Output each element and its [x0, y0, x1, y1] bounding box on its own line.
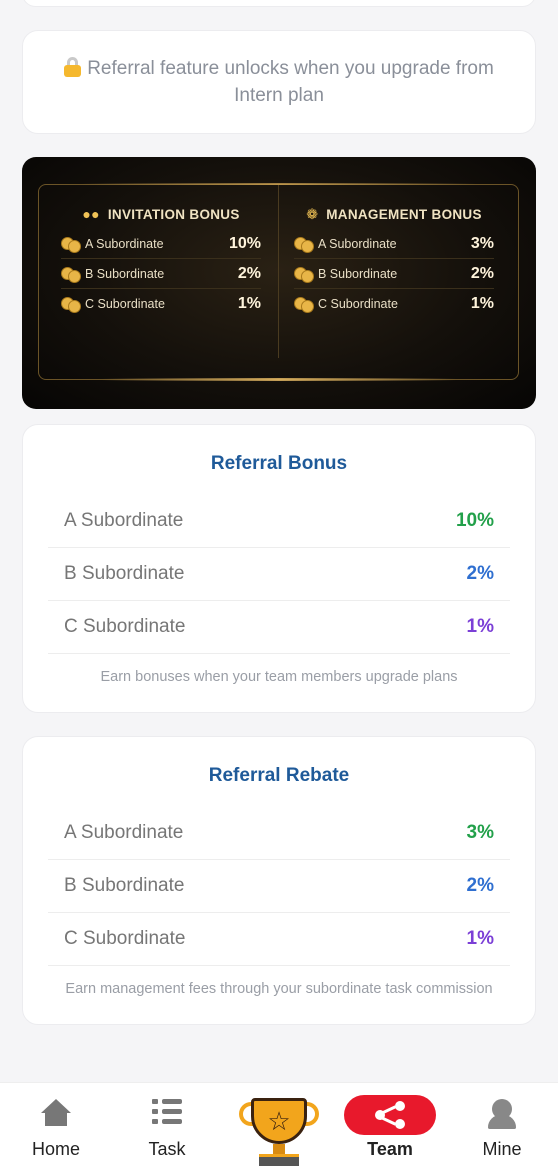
banner-row-value: 2% — [237, 264, 261, 282]
people-icon: ●● — [82, 206, 100, 222]
banner-glow-bottom — [102, 378, 456, 381]
subordinate-label: B Subordinate — [64, 875, 185, 896]
banner-row-value: 10% — [228, 234, 261, 252]
user-icon — [488, 1099, 516, 1129]
list-icon — [152, 1099, 182, 1125]
subordinate-label: B Subordinate — [64, 563, 185, 584]
coins-icon — [61, 266, 81, 283]
banner-row-value: 2% — [470, 264, 494, 282]
coins-icon — [294, 236, 314, 253]
banner-row-label: A Subordinate — [85, 236, 164, 251]
referral-bonus-note: Earn bonuses when your team members upgr… — [100, 669, 458, 685]
banner-divider — [278, 185, 279, 358]
subordinate-label: C Subordinate — [64, 616, 186, 637]
banner-row-value: 1% — [237, 295, 261, 312]
subordinate-value: 2% — [466, 563, 494, 584]
subordinate-label: A Subordinate — [64, 822, 184, 843]
subordinate-label: A Subordinate — [64, 510, 184, 531]
nav-team-label: Team — [367, 1139, 413, 1159]
management-bonus-title: MANAGEMENT BONUS — [326, 206, 482, 222]
banner-row: C Subordinate 1% — [61, 289, 261, 319]
invitation-bonus-column: ●● INVITATION BONUS A Subordinate 10% B … — [61, 203, 261, 319]
banner-row-label: B Subordinate — [318, 266, 398, 281]
referral-rebate-note: Earn management fees through your subord… — [65, 981, 493, 997]
notice-text-wrap: Referral feature unlocks when you upgrad… — [63, 55, 495, 109]
list-item: A Subordinate 3% — [48, 807, 510, 860]
subordinate-value: 2% — [466, 875, 494, 896]
referral-bonus-card: Referral Bonus A Subordinate 10% B Subor… — [22, 424, 536, 713]
invitation-bonus-title: INVITATION BONUS — [107, 206, 240, 222]
banner-row-value: 3% — [470, 234, 494, 252]
banner-row-label: C Subordinate — [318, 297, 398, 311]
bonus-banner: ●● INVITATION BONUS A Subordinate 10% B … — [22, 157, 536, 409]
coins-icon — [294, 297, 314, 313]
referral-rebate-card: Referral Rebate A Subordinate 3% B Subor… — [22, 736, 536, 1025]
nav-home-label: Home — [31, 1139, 80, 1159]
home-icon — [41, 1099, 71, 1127]
referral-bonus-title: Referral Bonus — [210, 453, 348, 474]
list-item: B Subordinate 2% — [48, 860, 510, 913]
share-icon — [344, 1095, 436, 1135]
subordinate-value: 3% — [466, 822, 494, 843]
banner-row: B Subordinate 2% — [294, 259, 494, 289]
banner-row-label: A Subordinate — [318, 236, 397, 251]
subordinate-value: 10% — [455, 510, 494, 531]
referral-locked-notice: Referral feature unlocks when you upgrad… — [22, 30, 536, 134]
lock-icon — [64, 57, 82, 77]
notice-text: Referral feature unlocks when you upgrad… — [87, 58, 494, 106]
referral-bonus-list: A Subordinate 10% B Subordinate 2% C Sub… — [48, 495, 510, 654]
nav-home[interactable]: Home — [6, 1083, 106, 1166]
banner-glow-top — [82, 183, 476, 185]
subordinate-label: C Subordinate — [64, 928, 186, 949]
banner-row: B Subordinate 2% — [61, 259, 261, 289]
referral-rebate-title: Referral Rebate — [208, 765, 350, 786]
invitation-bonus-heading: ●● INVITATION BONUS — [61, 203, 261, 225]
gears-icon: ❁ — [306, 205, 319, 222]
management-bonus-column: ❁ MANAGEMENT BONUS A Subordinate 3% B Su… — [294, 203, 494, 319]
coins-icon — [61, 236, 81, 253]
list-item: C Subordinate 1% — [48, 913, 510, 966]
nav-task[interactable]: Task — [117, 1083, 217, 1166]
nav-mine-label: Mine — [482, 1139, 522, 1159]
banner-row: A Subordinate 3% — [294, 229, 494, 259]
banner-row: C Subordinate 1% — [294, 289, 494, 319]
list-item: B Subordinate 2% — [48, 548, 510, 601]
nav-task-label: Task — [148, 1139, 186, 1159]
list-item: C Subordinate 1% — [48, 601, 510, 654]
previous-card — [22, 0, 536, 7]
banner-row-value: 1% — [470, 295, 494, 312]
coins-icon — [294, 266, 314, 283]
subordinate-value: 1% — [466, 928, 494, 949]
referral-rebate-list: A Subordinate 3% B Subordinate 2% C Subo… — [48, 807, 510, 966]
nav-mine[interactable]: Mine — [452, 1083, 552, 1166]
list-item: A Subordinate 10% — [48, 495, 510, 548]
banner-row-label: C Subordinate — [85, 297, 165, 311]
banner-row-label: B Subordinate — [85, 266, 165, 281]
banner-row: A Subordinate 10% — [61, 229, 261, 259]
trophy-icon[interactable]: ☆ — [237, 1090, 321, 1166]
nav-team[interactable]: Team — [340, 1083, 440, 1166]
coins-icon — [61, 297, 81, 313]
subordinate-value: 1% — [466, 616, 494, 637]
management-bonus-heading: ❁ MANAGEMENT BONUS — [294, 203, 494, 225]
